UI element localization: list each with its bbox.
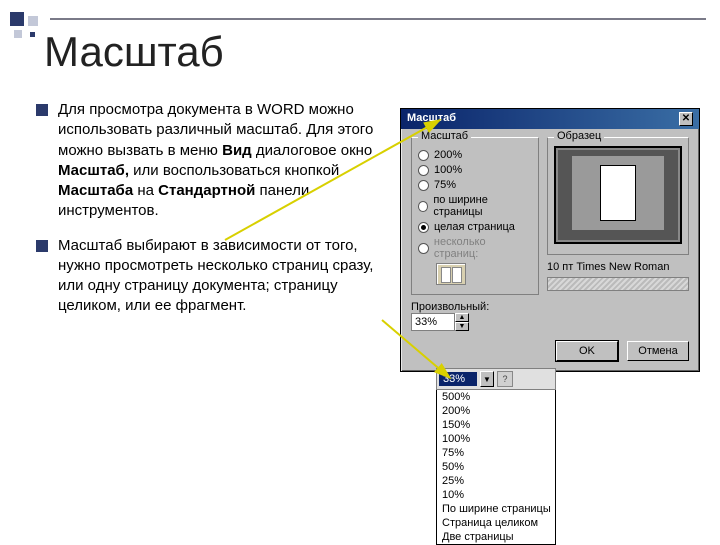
spin-down-icon[interactable]: ▼	[455, 322, 469, 331]
zoom-option[interactable]: 200%	[437, 404, 555, 418]
zoom-option[interactable]: По ширине страницы	[437, 502, 555, 516]
radio-75[interactable]: 75%	[418, 179, 532, 191]
bullet-marker	[36, 240, 48, 252]
close-icon[interactable]: ✕	[679, 112, 693, 126]
bullet-2: Масштаб выбирают в зависимости от того, …	[58, 236, 382, 317]
fieldset-legend-scale: Масштаб	[418, 130, 471, 142]
zoom-combo-value[interactable]: 33%	[439, 372, 477, 386]
zoom-option[interactable]: Страница целиком	[437, 516, 555, 530]
zoom-option[interactable]: Две страницы	[437, 530, 555, 544]
page-title: Масштаб	[44, 28, 224, 76]
zoom-option[interactable]: 25%	[437, 474, 555, 488]
radio-whole-page[interactable]: целая страница	[418, 221, 532, 233]
radio-multi-pages[interactable]: несколько страниц:	[418, 236, 532, 260]
title-rule	[50, 18, 706, 20]
radio-page-width[interactable]: по ширине страницы	[418, 194, 532, 218]
zoom-option[interactable]: 10%	[437, 488, 555, 502]
ok-button[interactable]: OK	[556, 341, 618, 361]
preview-monitor	[554, 146, 682, 244]
fieldset-legend-preview: Образец	[554, 130, 604, 142]
custom-zoom-label: Произвольный:	[411, 301, 489, 313]
custom-zoom-input[interactable]	[411, 313, 455, 331]
chevron-down-icon[interactable]: ▼	[480, 371, 494, 387]
dialog-title: Масштаб	[407, 112, 456, 126]
bullet-1: Для просмотра документа в WORD можно исп…	[58, 100, 382, 222]
zoom-dropdown-list: 500% 200% 150% 100% 75% 50% 25% 10% По ш…	[436, 390, 556, 545]
zoom-toolbar-dropdown: 33% ▼ ? 500% 200% 150% 100% 75% 50% 25% …	[436, 368, 556, 545]
preview-font-caption: 10 пт Times New Roman	[547, 261, 689, 273]
help-icon[interactable]: ?	[497, 371, 513, 387]
zoom-option[interactable]: 50%	[437, 460, 555, 474]
dialog-titlebar[interactable]: Масштаб ✕	[401, 109, 699, 129]
preview-text-bar	[547, 277, 689, 291]
zoom-option[interactable]: 75%	[437, 446, 555, 460]
radio-200[interactable]: 200%	[418, 149, 532, 161]
bullet-marker	[36, 104, 48, 116]
zoom-option[interactable]: 500%	[437, 390, 555, 404]
zoom-option[interactable]: 100%	[437, 432, 555, 446]
spin-up-icon[interactable]: ▲	[455, 313, 469, 322]
radio-100[interactable]: 100%	[418, 164, 532, 176]
multi-page-icon[interactable]	[436, 263, 466, 285]
body-text: Для просмотра документа в WORD можно исп…	[36, 100, 382, 331]
cancel-button[interactable]: Отмена	[627, 341, 689, 361]
zoom-option[interactable]: 150%	[437, 418, 555, 432]
zoom-dialog: Масштаб ✕ Масштаб 200% 100% 75% по ширин…	[400, 108, 700, 372]
